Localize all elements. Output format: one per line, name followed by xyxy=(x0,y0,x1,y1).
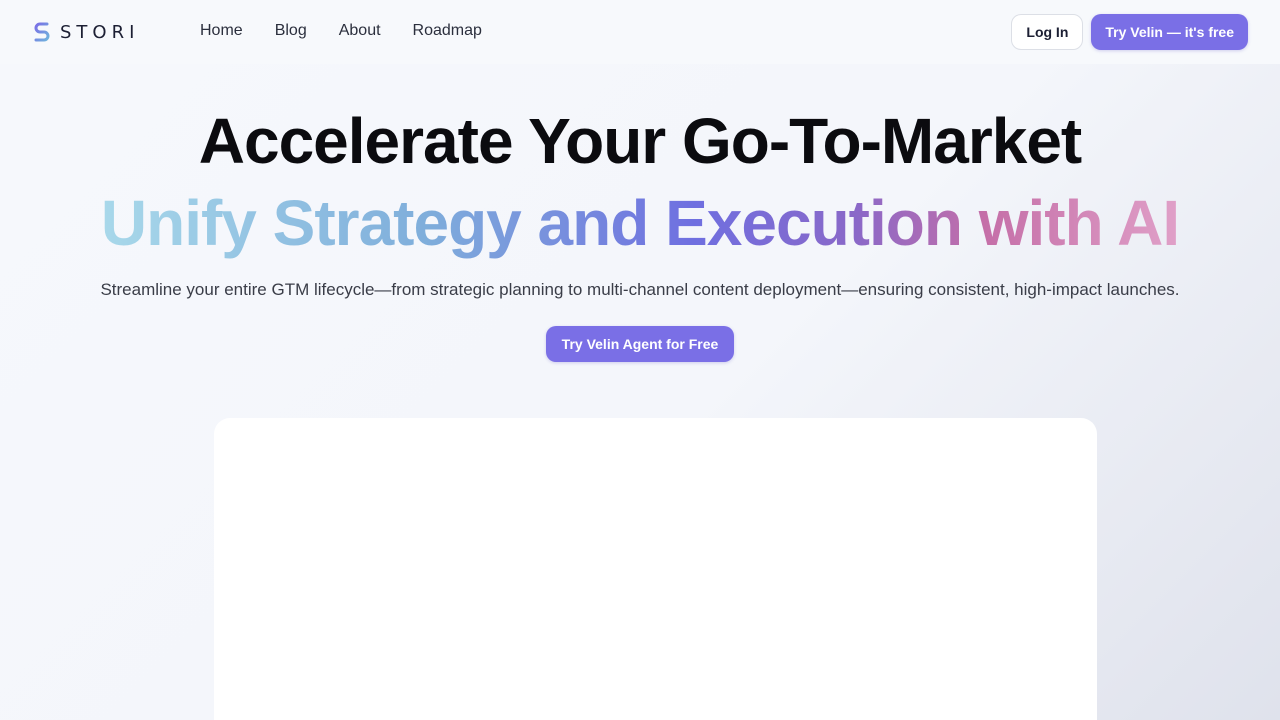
brand-name: STORI xyxy=(60,21,140,43)
try-velin-button[interactable]: Try Velin — it's free xyxy=(1091,14,1248,50)
hero-section: Accelerate Your Go-To-Market Unify Strat… xyxy=(0,100,1280,362)
top-nav: STORI Home Blog About Roadmap Log In Try… xyxy=(0,0,1280,64)
login-button[interactable]: Log In xyxy=(1011,14,1084,50)
hero-subtitle: Unify Strategy and Execution with AI xyxy=(101,182,1180,264)
hero-description: Streamline your entire GTM lifecycle—fro… xyxy=(100,280,1180,299)
nav-link-home[interactable]: Home xyxy=(200,22,243,40)
main-nav: Home Blog About Roadmap xyxy=(200,22,482,40)
hero-cta-button[interactable]: Try Velin Agent for Free xyxy=(545,326,735,362)
brand-logo[interactable]: STORI xyxy=(32,20,139,44)
nav-actions: Log In Try Velin — it's free xyxy=(1011,14,1248,50)
nav-link-about[interactable]: About xyxy=(339,22,381,40)
hero-title: Accelerate Your Go-To-Market xyxy=(198,105,1082,177)
nav-link-roadmap[interactable]: Roadmap xyxy=(413,22,482,40)
s-logo-icon xyxy=(32,20,52,44)
nav-link-blog[interactable]: Blog xyxy=(275,22,307,40)
product-preview-card xyxy=(214,418,1097,720)
